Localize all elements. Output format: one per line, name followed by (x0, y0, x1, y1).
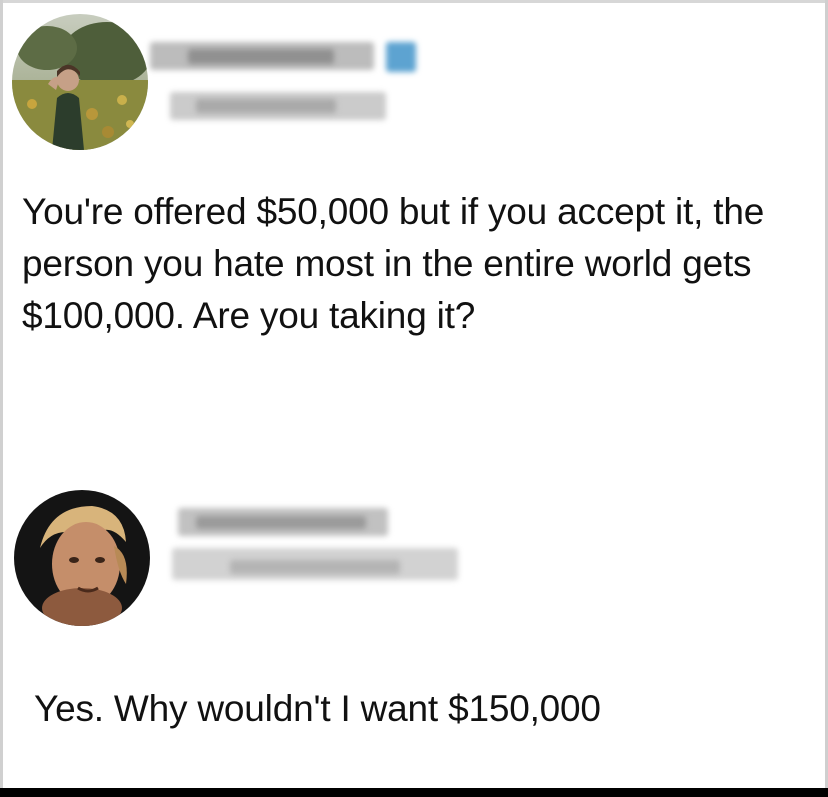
poster-avatar[interactable] (12, 14, 148, 150)
screenshot-frame: You're offered $50,000 but if you accept… (0, 0, 828, 797)
poster-handle-redacted-dark (196, 99, 336, 113)
replier-avatar-photo-icon (14, 490, 150, 626)
left-edge (0, 0, 3, 788)
verified-icon (386, 42, 416, 72)
replier-handle-redacted-dark (230, 560, 400, 574)
poster-name-redacted-dark (188, 49, 334, 64)
poster-avatar-photo-icon (12, 14, 148, 150)
reply-text: Yes. Why wouldn't I want $150,000 (34, 688, 601, 729)
top-edge (0, 0, 828, 3)
bottom-edge (0, 788, 828, 797)
post-text: You're offered $50,000 but if you accept… (22, 191, 765, 336)
replier-name-redacted-dark (196, 516, 366, 529)
replier-avatar[interactable] (14, 490, 150, 626)
